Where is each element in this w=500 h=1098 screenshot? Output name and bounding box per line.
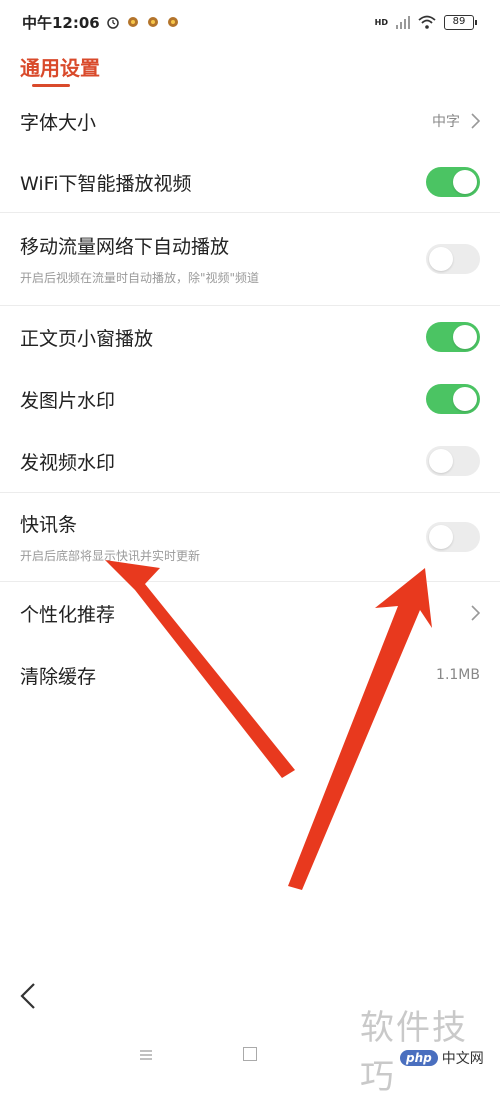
home-icon[interactable] bbox=[243, 1047, 257, 1061]
status-bar: 中午12:06 HD 89 bbox=[0, 0, 500, 44]
toggle-knob bbox=[453, 387, 477, 411]
setting-text: 移动流量网络下自动播放 开启后视频在流量时自动播放，除"视频"频道 bbox=[20, 232, 259, 286]
setting-font-size[interactable]: 字体大小 中字 bbox=[0, 90, 500, 152]
small-window-toggle[interactable] bbox=[426, 322, 480, 352]
app-notification-icon bbox=[147, 17, 158, 27]
toggle-knob bbox=[429, 247, 453, 271]
toggle-knob bbox=[453, 325, 477, 349]
font-size-value-group: 中字 bbox=[432, 111, 480, 131]
setting-label: 正文页小窗播放 bbox=[20, 327, 154, 350]
menu-icon[interactable] bbox=[138, 1048, 154, 1062]
setting-label: 发图片水印 bbox=[20, 389, 116, 412]
setting-subtitle: 开启后底部将显示快讯并实时更新 bbox=[20, 549, 201, 563]
page-title: 通用设置 bbox=[20, 56, 100, 80]
setting-label: 清除缓存 bbox=[20, 665, 97, 688]
app-notification-icon bbox=[167, 17, 178, 27]
status-left: 中午12:06 bbox=[22, 12, 180, 33]
mobile-autoplay-toggle[interactable] bbox=[426, 244, 480, 274]
video-watermark-toggle[interactable] bbox=[426, 446, 480, 476]
setting-wifi-autoplay: WiFi下智能播放视频 bbox=[0, 152, 500, 212]
news-ticker-toggle[interactable] bbox=[426, 522, 480, 552]
image-watermark-toggle[interactable] bbox=[426, 384, 480, 414]
setting-subtitle: 开启后视频在流量时自动播放，除"视频"频道 bbox=[20, 271, 260, 285]
title-underline bbox=[32, 84, 70, 87]
toggle-knob bbox=[429, 449, 453, 473]
font-size-value: 中字 bbox=[432, 114, 460, 130]
setting-mobile-autoplay: 移动流量网络下自动播放 开启后视频在流量时自动播放，除"视频"频道 bbox=[0, 213, 500, 305]
setting-label: 快讯条 bbox=[20, 514, 78, 536]
status-right: HD 89 bbox=[374, 14, 477, 30]
signal-icon bbox=[396, 16, 410, 29]
cache-size: 1.1MB bbox=[436, 667, 480, 683]
php-suffix: 中文网 bbox=[441, 1051, 484, 1067]
setting-text: 快讯条 开启后底部将显示快讯并实时更新 bbox=[20, 510, 200, 564]
php-badge: php bbox=[400, 1050, 438, 1066]
battery-icon: 89 bbox=[444, 14, 477, 30]
chevron-right-icon bbox=[471, 605, 480, 621]
setting-label: 个性化推荐 bbox=[20, 603, 116, 626]
setting-label: 移动流量网络下自动播放 bbox=[20, 236, 230, 258]
alarm-icon bbox=[107, 17, 119, 29]
toggle-knob bbox=[429, 525, 453, 549]
back-arrow-icon[interactable] bbox=[16, 980, 40, 1012]
toggle-knob bbox=[453, 170, 477, 194]
watermark-logo: php 中文网 bbox=[400, 1048, 484, 1068]
battery-level: 89 bbox=[452, 16, 466, 27]
chevron-right-icon bbox=[471, 113, 480, 129]
setting-image-watermark: 发图片水印 bbox=[0, 368, 500, 430]
wifi-icon bbox=[418, 15, 436, 29]
app-notification-icon bbox=[127, 17, 138, 27]
setting-clear-cache[interactable]: 清除缓存 1.1MB bbox=[0, 644, 500, 706]
setting-personalized[interactable]: 个性化推荐 bbox=[0, 582, 500, 644]
wifi-autoplay-toggle[interactable] bbox=[426, 167, 480, 197]
network-label: HD bbox=[374, 17, 388, 27]
setting-news-ticker: 快讯条 开启后底部将显示快讯并实时更新 bbox=[0, 493, 500, 581]
setting-small-window: 正文页小窗播放 bbox=[0, 306, 500, 368]
setting-label: 字体大小 bbox=[20, 111, 97, 134]
status-time: 中午12:06 bbox=[22, 13, 100, 32]
setting-video-watermark: 发视频水印 bbox=[0, 430, 500, 492]
settings-list: 字体大小 中字 WiFi下智能播放视频 移动流量网络下自动播放 开启后视频在流量… bbox=[0, 90, 500, 706]
setting-label: WiFi下智能播放视频 bbox=[20, 172, 192, 195]
setting-label: 发视频水印 bbox=[20, 451, 116, 474]
